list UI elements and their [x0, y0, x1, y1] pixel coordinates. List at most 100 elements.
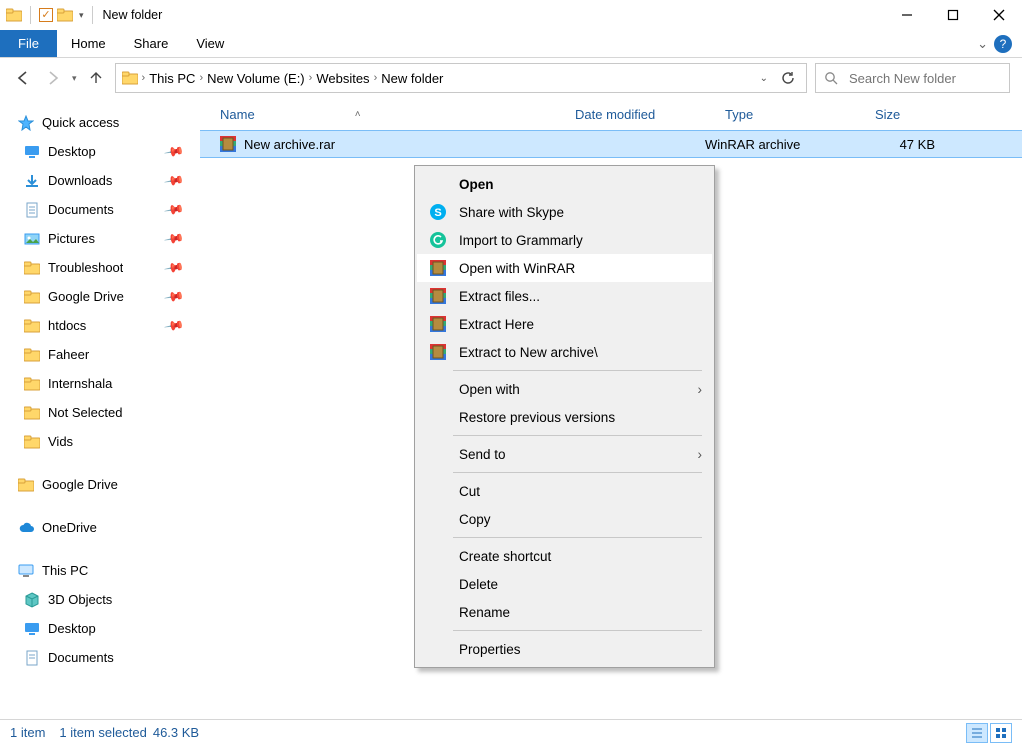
- sidebar-item-faheer[interactable]: Faheer: [0, 340, 200, 369]
- sidebar-item-label: Quick access: [42, 115, 119, 130]
- column-header-name[interactable]: Name ˄: [220, 98, 575, 130]
- sidebar-item-label: Documents: [48, 650, 114, 665]
- breadcrumb[interactable]: New folder: [381, 71, 443, 86]
- ribbon-collapse-icon[interactable]: ⌄: [977, 36, 988, 52]
- menu-item-open-with[interactable]: Open with›: [417, 375, 712, 403]
- menu-item-send-to[interactable]: Send to›: [417, 440, 712, 468]
- svg-text:S: S: [434, 207, 441, 219]
- submenu-arrow-icon: ›: [698, 447, 703, 462]
- maximize-button[interactable]: [930, 0, 976, 30]
- sidebar-item-internshala[interactable]: Internshala: [0, 369, 200, 398]
- sidebar-item-label: 3D Objects: [48, 592, 112, 607]
- sidebar-item-not-selected[interactable]: Not Selected: [0, 398, 200, 427]
- navigation-bar: ▾ › This PC› New Volume (E:)› Websites› …: [0, 58, 1022, 98]
- sidebar-item-google-drive-pinned[interactable]: Google Drive 📌: [0, 282, 200, 311]
- close-button[interactable]: [976, 0, 1022, 30]
- sidebar-item-documents[interactable]: Documents 📌: [0, 195, 200, 224]
- monitor-icon: [24, 621, 40, 637]
- tab-file[interactable]: File: [0, 30, 57, 57]
- sidebar-item-desktop-pc[interactable]: Desktop: [0, 614, 200, 643]
- menu-item-create-shortcut[interactable]: Create shortcut: [417, 542, 712, 570]
- status-item-count: 1 item: [10, 725, 45, 740]
- qat-dropdown-icon[interactable]: ▾: [79, 10, 84, 21]
- back-button[interactable]: [12, 67, 34, 89]
- menu-item-extract-files[interactable]: Extract files...: [417, 282, 712, 310]
- status-selected-count: 1 item selected: [59, 725, 146, 740]
- winrar-icon: [429, 259, 447, 277]
- sidebar-item-label: Internshala: [48, 376, 112, 391]
- winrar-icon: [429, 287, 447, 305]
- menu-item-grammarly[interactable]: Import to Grammarly: [417, 226, 712, 254]
- file-row[interactable]: New archive.rar WinRAR archive 47 KB: [200, 130, 1022, 158]
- sidebar-item-3d-objects[interactable]: 3D Objects: [0, 585, 200, 614]
- up-button[interactable]: [85, 67, 107, 89]
- menu-item-properties[interactable]: Properties: [417, 635, 712, 663]
- forward-button[interactable]: [42, 67, 64, 89]
- sidebar-item-quick-access[interactable]: Quick access: [0, 108, 200, 137]
- sidebar-item-label: Not Selected: [48, 405, 122, 420]
- sidebar-item-this-pc[interactable]: This PC: [0, 556, 200, 585]
- menu-item-copy[interactable]: Copy: [417, 505, 712, 533]
- minimize-button[interactable]: [884, 0, 930, 30]
- column-header-size[interactable]: Size: [875, 98, 955, 130]
- context-menu: Open S Share with Skype Import to Gramma…: [414, 165, 715, 668]
- sidebar-item-label: htdocs: [48, 318, 86, 333]
- menu-item-extract-to[interactable]: Extract to New archive\: [417, 338, 712, 366]
- column-header-date[interactable]: Date modified: [575, 98, 725, 130]
- help-button[interactable]: ?: [994, 35, 1012, 53]
- menu-item-delete[interactable]: Delete: [417, 570, 712, 598]
- sidebar-item-documents-pc[interactable]: Documents: [0, 643, 200, 672]
- sidebar-item-vids[interactable]: Vids: [0, 427, 200, 456]
- sidebar-item-onedrive[interactable]: OneDrive: [0, 513, 200, 542]
- chevron-right-icon[interactable]: ›: [142, 72, 146, 84]
- separator: [30, 6, 31, 24]
- sidebar-item-downloads[interactable]: Downloads 📌: [0, 166, 200, 195]
- sidebar-item-desktop[interactable]: Desktop 📌: [0, 137, 200, 166]
- window-title: New folder: [103, 8, 163, 22]
- search-input[interactable]: [847, 70, 1022, 87]
- folder-icon: [24, 376, 40, 392]
- search-box[interactable]: [815, 63, 1010, 93]
- pin-icon: 📌: [163, 198, 185, 220]
- tab-home[interactable]: Home: [57, 30, 120, 57]
- breadcrumb[interactable]: Websites›: [316, 71, 377, 86]
- breadcrumb[interactable]: This PC›: [149, 71, 203, 86]
- navigation-pane: Quick access Desktop 📌 Downloads 📌 Docum…: [0, 98, 200, 719]
- column-header-type[interactable]: Type: [725, 98, 875, 130]
- menu-item-open[interactable]: Open: [417, 170, 712, 198]
- qat-newfolder-button[interactable]: [57, 7, 73, 23]
- sidebar-item-google-drive[interactable]: Google Drive: [0, 470, 200, 499]
- tab-view[interactable]: View: [182, 30, 238, 57]
- address-bar[interactable]: › This PC› New Volume (E:)› Websites› Ne…: [115, 63, 807, 93]
- sidebar-item-troubleshoot[interactable]: Troubleshoot 📌: [0, 253, 200, 282]
- recent-locations-dropdown[interactable]: ▾: [72, 73, 77, 84]
- menu-item-restore-versions[interactable]: Restore previous versions: [417, 403, 712, 431]
- folder-icon: [24, 318, 40, 334]
- title-bar: ✓ ▾ New folder: [0, 0, 1022, 30]
- view-large-icons-button[interactable]: [990, 723, 1012, 743]
- folder-icon: [24, 347, 40, 363]
- folder-icon: [24, 405, 40, 421]
- pin-icon: 📌: [163, 285, 185, 307]
- menu-separator: [453, 370, 702, 371]
- menu-item-extract-here[interactable]: Extract Here: [417, 310, 712, 338]
- menu-item-rename[interactable]: Rename: [417, 598, 712, 626]
- document-icon: [24, 650, 40, 666]
- view-details-button[interactable]: [966, 723, 988, 743]
- address-dropdown-icon[interactable]: ⌄: [760, 73, 768, 84]
- tab-share[interactable]: Share: [120, 30, 183, 57]
- address-folder-icon: [122, 70, 138, 86]
- breadcrumb[interactable]: New Volume (E:)›: [207, 71, 312, 86]
- refresh-button[interactable]: [780, 70, 796, 86]
- ribbon-tabs: File Home Share View ⌄ ?: [0, 30, 1022, 58]
- folder-icon: [24, 260, 40, 276]
- sidebar-item-label: Downloads: [48, 173, 112, 188]
- sidebar-item-label: Faheer: [48, 347, 89, 362]
- sidebar-item-pictures[interactable]: Pictures 📌: [0, 224, 200, 253]
- menu-item-cut[interactable]: Cut: [417, 477, 712, 505]
- menu-item-open-winrar[interactable]: Open with WinRAR: [417, 254, 712, 282]
- qat-properties-button[interactable]: ✓: [39, 8, 53, 22]
- sidebar-item-htdocs[interactable]: htdocs 📌: [0, 311, 200, 340]
- menu-item-share-skype[interactable]: S Share with Skype: [417, 198, 712, 226]
- winrar-icon: [429, 343, 447, 361]
